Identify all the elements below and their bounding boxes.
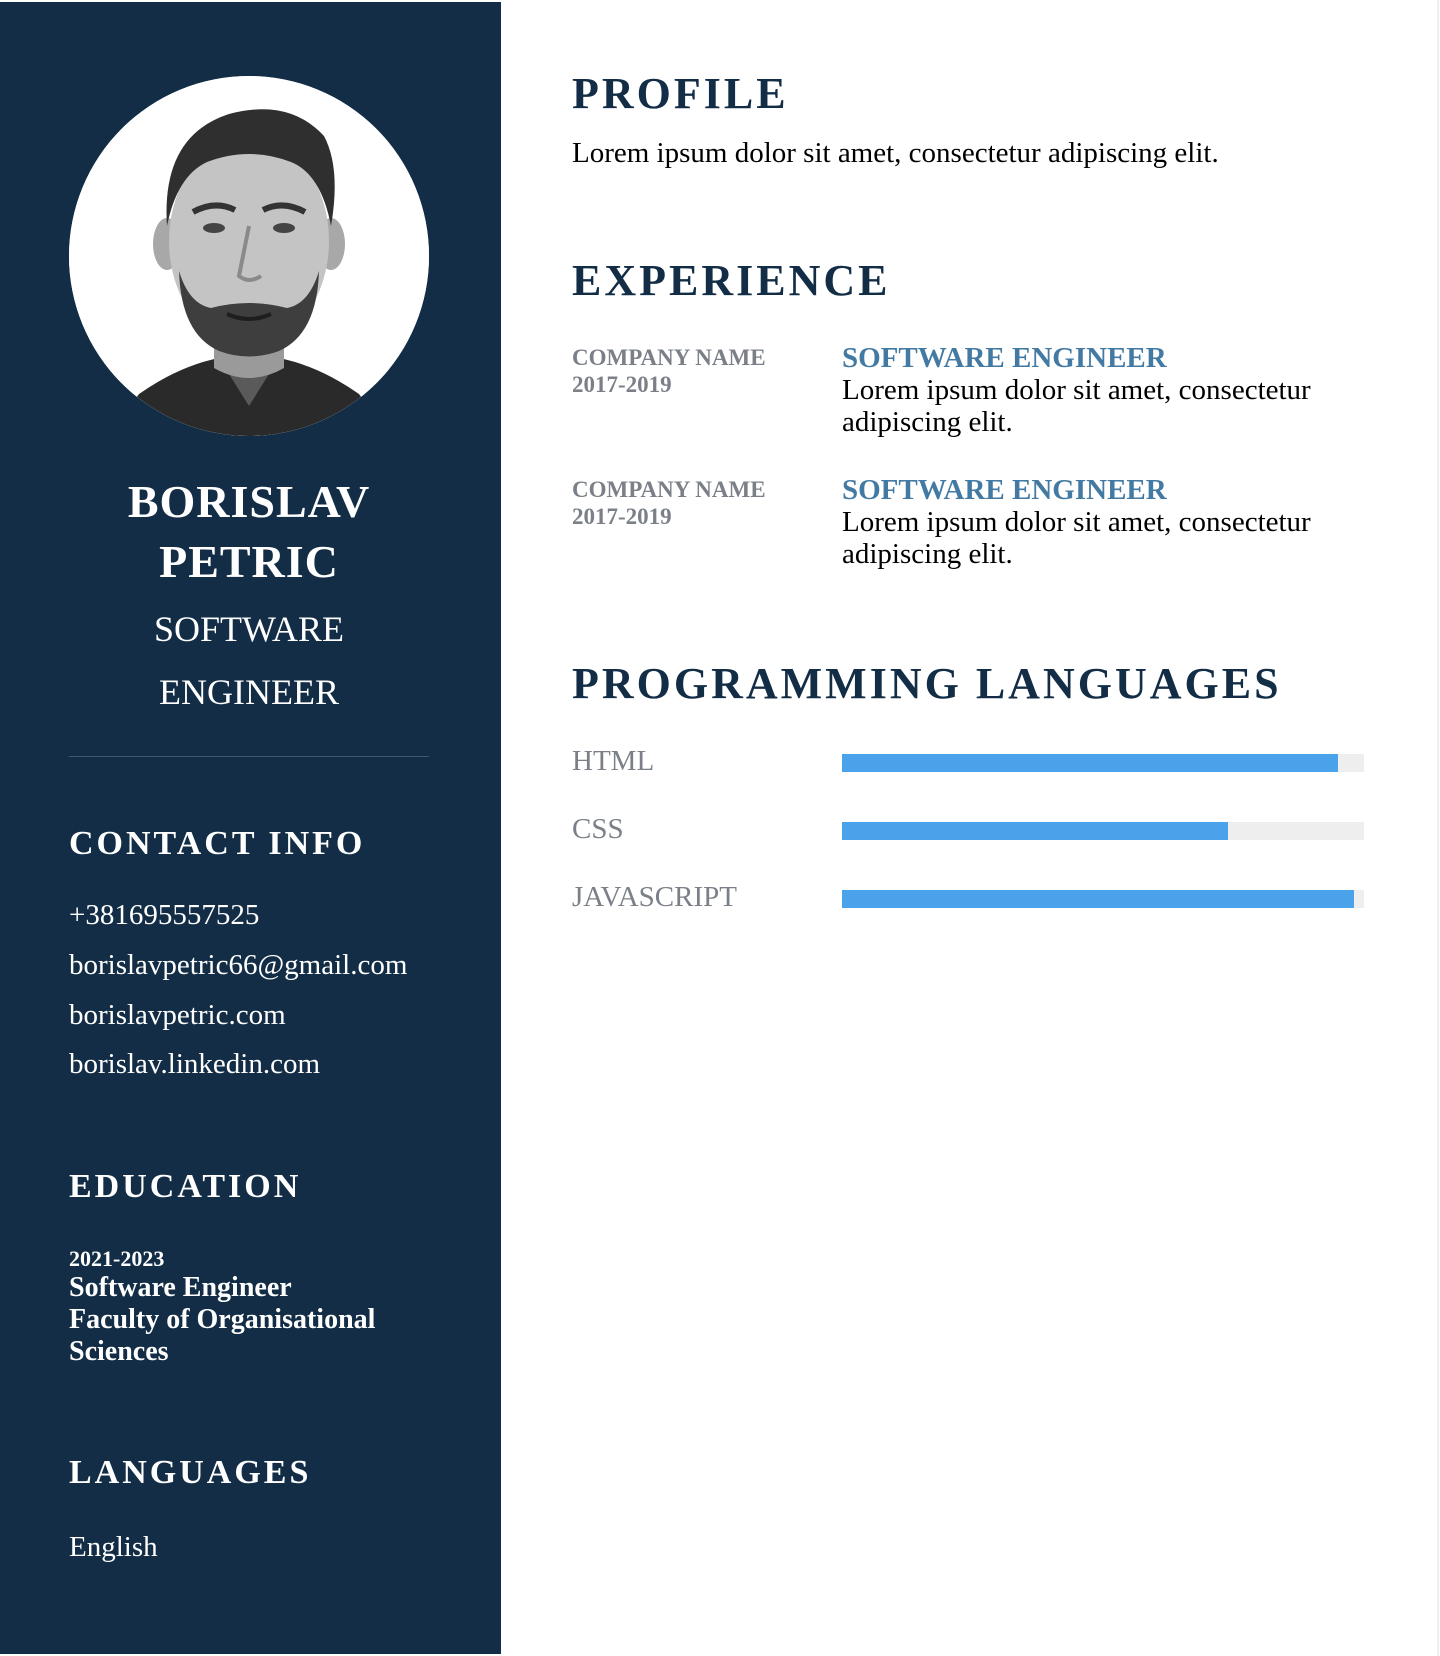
contact-heading: CONTACT INFO [69,825,366,862]
role-line-2: ENGINEER [159,672,339,712]
experience-company: COMPANY NAME [572,477,766,502]
person-name: BORISLAV PETRIC [69,472,429,592]
education-school: Faculty of Organisational Sciences [69,1304,376,1367]
resume-page: BORISLAV PETRIC SOFTWARE ENGINEER CONTAC… [0,0,1440,1656]
sidebar: BORISLAV PETRIC SOFTWARE ENGINEER CONTAC… [0,2,501,1654]
experience-heading: EXPERIENCE [572,256,891,305]
skill-label-html: HTML [572,745,655,777]
experience-description: Lorem ipsum dolor sit amet, consectetur … [842,506,1311,570]
education-heading: EDUCATION [69,1168,302,1205]
skill-bar-css [842,822,1364,840]
skill-bar-html [842,754,1364,772]
skill-bar-javascript [842,890,1364,908]
experience-years: 2017-2019 [572,372,672,397]
profile-text: Lorem ipsum dolor sit amet, consectetur … [572,137,1219,169]
skill-fill-javascript [842,890,1354,908]
experience-company: COMPANY NAME [572,345,766,370]
contact-email[interactable]: borislavpetric66@gmail.com [69,947,407,983]
education-years: 2021-2023 [69,1246,165,1271]
experience-description: Lorem ipsum dolor sit amet, consectetur … [842,374,1311,438]
contact-phone[interactable]: +381695557525 [69,897,259,933]
experience-years: 2017-2019 [572,504,672,529]
programming-heading: PROGRAMMING LANGUAGES [572,659,1282,708]
languages-heading: LANGUAGES [69,1454,312,1491]
experience-title: SOFTWARE ENGINEER [842,342,1167,374]
name-first: BORISLAV [127,476,371,527]
profile-photo-icon [69,76,429,436]
contact-website[interactable]: borislavpetric.com [69,997,286,1033]
language-item: English [69,1531,158,1563]
avatar [69,76,429,436]
name-last: PETRIC [159,536,339,587]
education-degree: Software Engineer [69,1272,292,1303]
skill-label-javascript: JAVASCRIPT [572,881,737,913]
skill-fill-css [842,822,1229,840]
main-right-border [1437,0,1439,1656]
person-role: SOFTWARE ENGINEER [69,598,429,724]
profile-heading: PROFILE [572,69,789,118]
sidebar-divider [69,756,429,757]
skill-label-css: CSS [572,813,624,845]
experience-title: SOFTWARE ENGINEER [842,474,1167,506]
contact-linkedin[interactable]: borislav.linkedin.com [69,1046,320,1082]
skill-fill-html [842,754,1338,772]
role-line-1: SOFTWARE [153,609,345,649]
